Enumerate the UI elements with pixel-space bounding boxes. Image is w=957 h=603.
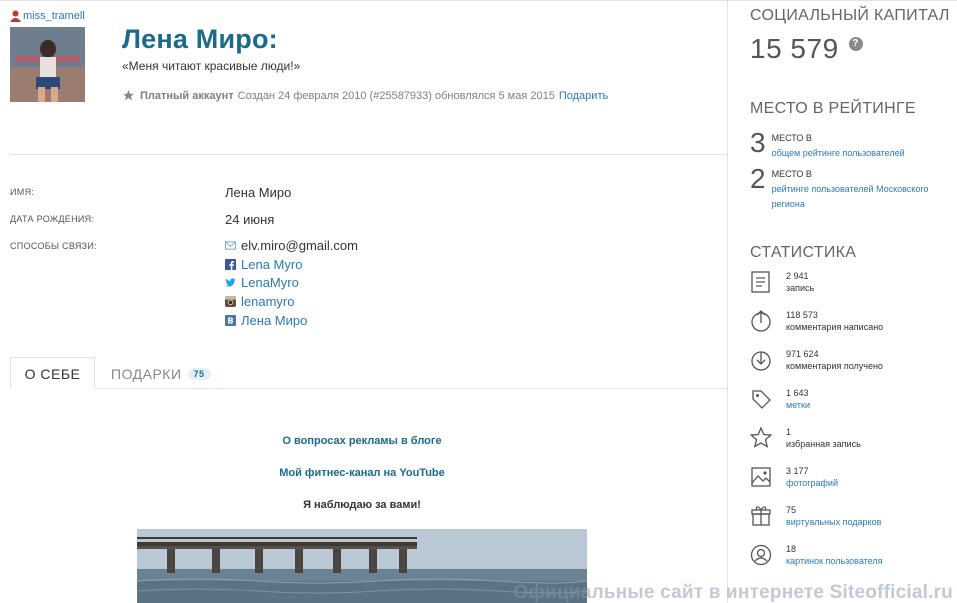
tab-gifts[interactable]: ПОДАРКИ 75 [111,366,211,382]
ads-link[interactable]: О вопросах рекламы в блоге [137,435,587,447]
tabs-divider [10,388,727,389]
stat-gifts-num: 75 [786,505,797,515]
youtube-link[interactable]: Мой фитнес-канал на YouTube [137,467,587,479]
gift-icon [751,506,771,526]
name-label: ИМЯ: [10,187,35,197]
stat-comments-written[interactable]: 118 573 комментария написано [750,309,883,333]
paid-account-label: Платный аккаунт [140,89,234,102]
rank-general-num: 3 [750,127,766,158]
email-contact: elv.miro@gmail.com [225,238,358,253]
twitter-contact[interactable]: LenaMyro [225,275,299,290]
comment-in-icon [751,351,771,371]
profile-name: Лена Миро: [122,24,278,54]
facebook-link[interactable]: Lena Myro [241,257,302,272]
mail-icon [225,241,236,250]
divider [10,154,727,155]
stat-gifts-label[interactable]: виртуальных подарков [786,516,881,528]
stat-entries-num: 2 941 [786,271,809,281]
watching-text: Я наблюдаю за вами! [303,499,421,511]
facebook-icon [225,259,236,270]
capital-title: СОЦИАЛЬНЫЙ КАПИТАЛ [750,7,950,24]
capital-value: 15 579 [750,33,839,64]
stat-comments-received-label: комментария получено [786,361,883,371]
stat-gifts[interactable]: 75 виртуальных подарков [750,504,881,528]
rank-moscow-num: 2 [750,163,766,194]
rank-general-link[interactable]: общем рейтинге пользователей [772,148,905,158]
instagram-link[interactable]: lenamyro [241,294,294,309]
twitter-link[interactable]: LenaMyro [241,275,299,290]
profile-quote: «Меня читают красивые люди!» [122,59,301,73]
stat-comments-received[interactable]: 971 624 комментария получено [750,348,883,372]
stat-photos[interactable]: 3 177 фотографий [750,465,838,489]
stat-favorites-num: 1 [786,427,792,437]
contacts-label: СПОСОБЫ СВЯЗИ: [10,241,97,251]
profile-main: miss_tramell Лена Миро: «Меня читают кра… [0,0,727,603]
stat-comments-written-num: 118 573 [786,310,818,320]
facebook-contact[interactable]: Lena Myro [225,257,302,272]
username-link[interactable]: miss_tramell [23,10,85,22]
created-text: Создан 24 февраля 2010 (#25587933) обнов… [237,89,555,102]
stat-tags[interactable]: 1 643 метки [750,387,810,411]
stat-favorites[interactable]: 1 избранная запись [750,426,861,450]
avatar[interactable] [10,27,85,102]
email-value: elv.miro@gmail.com [241,238,358,253]
vk-contact[interactable]: B Лена Миро [225,313,307,328]
instagram-icon [225,296,236,307]
rank-moscow: 2 МЕСТО В рейтинге пользователей Московс… [750,163,952,212]
star-outline-icon [750,426,772,448]
stat-comments-written-label: комментария написано [786,322,884,332]
username-badge[interactable]: miss_tramell [10,10,85,22]
gifts-count-badge: 75 [187,368,211,380]
birth-label: ДАТА РОЖДЕНИЯ: [10,214,95,224]
stat-entries[interactable]: 2 941 запись [750,270,814,294]
stat-favorites-label: избранная запись [786,439,861,449]
journal-icon [751,271,770,293]
name-value: Лена Миро [225,185,292,200]
rank-moscow-caption: МЕСТО В [771,169,812,179]
stat-comments-received-num: 971 624 [786,349,819,359]
stat-userpics-num: 18 [786,544,797,554]
capital-value-row: 15 579 ? [750,33,863,65]
rank-moscow-link[interactable]: рейтинге пользователей Московского регио… [772,184,929,209]
stat-tags-label[interactable]: метки [786,399,810,411]
vk-icon: B [225,315,236,326]
photo-icon [751,467,771,487]
rank-general-caption: МЕСТО В [771,133,812,143]
stat-userpics-label[interactable]: картинок пользователя [786,555,883,567]
tab-gifts-label: ПОДАРКИ [111,366,182,382]
stat-tags-num: 1 643 [786,388,809,398]
vk-link[interactable]: Лена Миро [241,313,307,328]
account-meta: Платный аккаунт Создан 24 февраля 2010 (… [122,89,608,102]
rating-title: МЕСТО В РЕЙТИНГЕ [750,100,916,117]
stat-photos-label[interactable]: фотографий [786,477,838,489]
tag-icon [752,390,771,409]
user-icon [10,10,21,22]
tab-about[interactable]: О СЕБЕ [10,357,95,389]
comment-out-icon [751,310,771,332]
sidebar: СОЦИАЛЬНЫЙ КАПИТАЛ 15 579 ? МЕСТО В РЕЙТ… [727,0,957,603]
birth-value: 24 июня [225,212,275,227]
help-icon[interactable]: ? [848,37,863,51]
stat-entries-label: запись [786,283,815,293]
gift-link[interactable]: Подарить [559,90,608,102]
stats-title: СТАТИСТИКА [750,244,857,261]
star-icon [123,90,134,101]
watermark: Официальные сайт в интернете Siteofficia… [513,582,953,603]
stat-userpics[interactable]: 18 картинок пользователя [750,543,883,567]
instagram-contact[interactable]: lenamyro [225,294,294,309]
rank-general: 3 МЕСТО В общем рейтинге пользователей [750,127,905,161]
svg-text:B: B [227,316,233,326]
stat-photos-num: 3 177 [786,466,809,476]
twitter-icon [225,278,236,287]
userpic-icon [750,544,772,566]
